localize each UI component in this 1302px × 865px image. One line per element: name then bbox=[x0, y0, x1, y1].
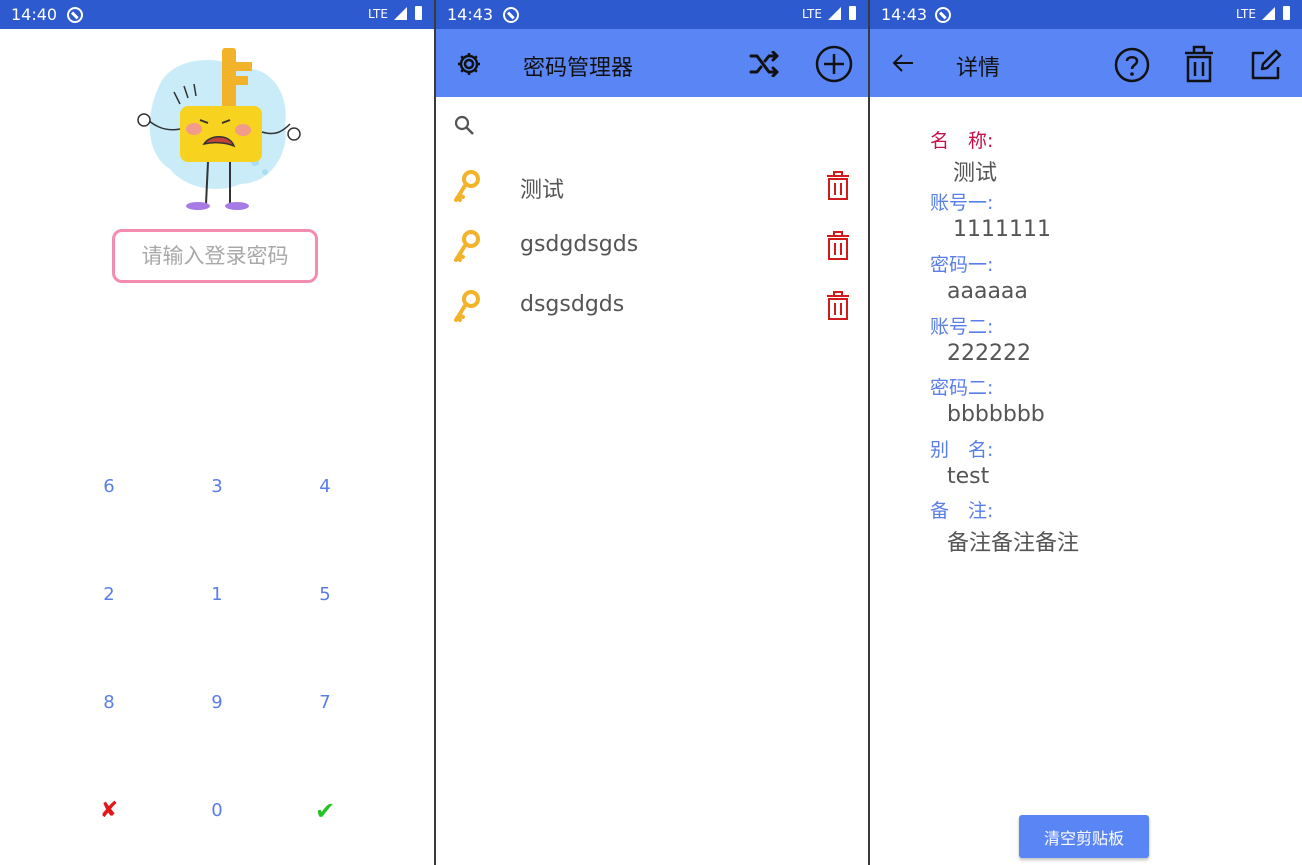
list-screen: 14:43 LTE 密码管理器 测试 gsdgdsgds dsgsdgds bbox=[436, 0, 868, 865]
item-name: gsdgdsgds bbox=[520, 232, 639, 257]
edit-icon[interactable] bbox=[1250, 49, 1282, 81]
page-title: 详情 bbox=[956, 56, 1001, 81]
network-type: LTE bbox=[1236, 7, 1256, 21]
status-time: 14:43 bbox=[447, 5, 494, 24]
battery-icon bbox=[849, 6, 856, 20]
item-name: 测试 bbox=[520, 178, 565, 203]
keypad-key[interactable]: 0 bbox=[187, 796, 247, 826]
key-icon bbox=[454, 170, 480, 202]
list-item[interactable]: dsgsdgds bbox=[436, 276, 868, 336]
status-time: 14:43 bbox=[881, 5, 928, 24]
trash-icon[interactable] bbox=[826, 170, 850, 200]
keypad-confirm-key[interactable]: ✔ bbox=[295, 796, 355, 826]
app-bar: 密码管理器 bbox=[436, 29, 868, 97]
field-value-name[interactable]: 测试 bbox=[953, 155, 997, 187]
field-label-password1: 密码一: bbox=[930, 254, 994, 276]
field-value-account1[interactable]: 1111111 bbox=[953, 217, 1051, 242]
app-bar: 详情 bbox=[870, 29, 1302, 97]
add-circle-icon[interactable] bbox=[814, 44, 854, 84]
field-label-alias: 别 名: bbox=[930, 439, 994, 461]
keypad-key[interactable]: 4 bbox=[295, 472, 355, 502]
data-saver-icon bbox=[935, 7, 951, 23]
login-screen: 14:40 LTE 请输入登录密码 6 3 4 2 1 5 8 9 7 ✘ 0 … bbox=[0, 0, 434, 865]
status-time: 14:40 bbox=[11, 5, 58, 24]
keypad-key[interactable]: 1 bbox=[187, 580, 247, 610]
status-bar: 14:43 LTE bbox=[870, 0, 1302, 29]
keypad-key[interactable]: 5 bbox=[295, 580, 355, 610]
field-label-note: 备 注: bbox=[930, 500, 994, 522]
key-icon bbox=[454, 230, 480, 262]
field-value-password1[interactable]: aaaaaa bbox=[947, 279, 1028, 304]
field-label-account2: 账号二: bbox=[930, 316, 994, 338]
data-saver-icon bbox=[67, 7, 83, 23]
field-label-name: 名 称: bbox=[930, 130, 994, 152]
status-bar: 14:40 LTE bbox=[0, 0, 434, 29]
shuffle-icon[interactable] bbox=[749, 51, 781, 77]
keypad-key[interactable]: 3 bbox=[187, 472, 247, 502]
back-arrow-icon[interactable] bbox=[892, 53, 914, 73]
field-value-alias[interactable]: test bbox=[947, 464, 989, 489]
field-label-account1: 账号一: bbox=[930, 192, 994, 214]
page-title: 密码管理器 bbox=[523, 56, 634, 81]
detail-screen: 14:43 LTE 详情 名 称: 测试 账号一: 1111111 密码一: a… bbox=[870, 0, 1302, 865]
keypad-key[interactable]: 6 bbox=[79, 472, 139, 502]
keypad-key[interactable]: 7 bbox=[295, 688, 355, 718]
list-item[interactable]: 测试 bbox=[436, 156, 868, 216]
signal-icon bbox=[828, 7, 841, 20]
search-icon[interactable] bbox=[454, 115, 476, 137]
field-label-password2: 密码二: bbox=[930, 377, 994, 399]
signal-icon bbox=[394, 7, 407, 20]
network-type: LTE bbox=[368, 7, 388, 21]
keypad-key[interactable]: 2 bbox=[79, 580, 139, 610]
trash-icon[interactable] bbox=[826, 290, 850, 320]
key-icon bbox=[454, 290, 480, 322]
list-item[interactable]: gsdgdsgds bbox=[436, 216, 868, 276]
field-value-password2[interactable]: bbbbbbb bbox=[947, 402, 1045, 427]
network-type: LTE bbox=[802, 7, 822, 21]
help-icon[interactable] bbox=[1114, 47, 1150, 83]
battery-icon bbox=[1283, 6, 1290, 20]
status-bar: 14:43 LTE bbox=[436, 0, 868, 29]
clear-clipboard-button[interactable]: 清空剪贴板 bbox=[1019, 815, 1149, 858]
data-saver-icon bbox=[503, 7, 519, 23]
battery-icon bbox=[415, 6, 422, 20]
field-value-note[interactable]: 备注备注备注 bbox=[947, 525, 1079, 557]
field-value-account2[interactable]: 222222 bbox=[947, 341, 1031, 366]
trash-icon[interactable] bbox=[826, 230, 850, 260]
gear-icon[interactable] bbox=[456, 51, 482, 77]
keypad-clear-key[interactable]: ✘ bbox=[79, 796, 139, 826]
login-password-input[interactable]: 请输入登录密码 bbox=[112, 229, 318, 283]
trash-icon[interactable] bbox=[1184, 45, 1214, 83]
item-name: dsgsdgds bbox=[520, 292, 625, 317]
keypad-key[interactable]: 8 bbox=[79, 688, 139, 718]
keypad-key[interactable]: 9 bbox=[187, 688, 247, 718]
key-mascot-illustration bbox=[137, 48, 301, 210]
signal-icon bbox=[1262, 7, 1275, 20]
